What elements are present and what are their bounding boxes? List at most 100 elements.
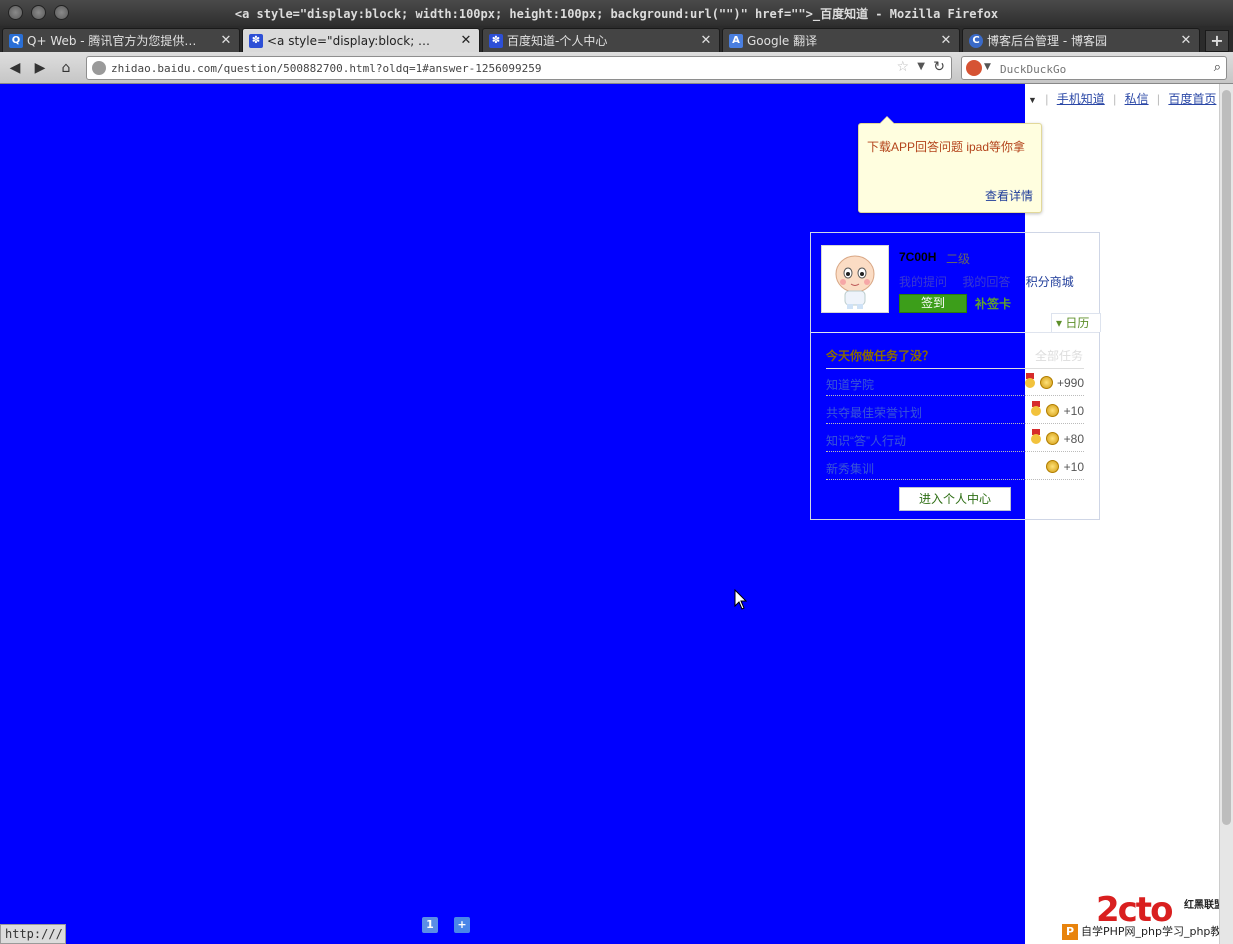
mobile-zhidao-link[interactable]: 手机知道 <box>1057 92 1105 106</box>
back-icon[interactable]: ◀ <box>5 59 25 77</box>
tab-label: <a style="display:block; … <box>267 33 431 48</box>
avatar-image <box>835 255 875 309</box>
watermark-bar-text: 自学PHP网_php学习_php教程 <box>1081 925 1219 938</box>
task-row[interactable]: 知识“答”人行动 +80 <box>826 429 1084 451</box>
user-card: 7C00H 二级 我的提问 我的回答 积分商城 签到 补签卡 ▾ 日历 今天你做… <box>810 232 1101 520</box>
medal-icon <box>1025 373 1035 388</box>
watermark-caption: 红黑联盟 <box>1184 900 1219 911</box>
task-divider <box>826 423 1084 424</box>
close-icon[interactable]: ✕ <box>459 33 473 48</box>
makeup-card-link[interactable]: 补签卡 <box>975 295 1011 312</box>
task-points: +10 <box>1063 404 1084 418</box>
card-divider <box>811 332 1099 333</box>
task-row[interactable]: 知道学院 +990 <box>826 373 1084 395</box>
cnblogs-icon: C <box>969 33 983 48</box>
calendar-label: 日历 <box>1065 316 1090 330</box>
tab-label: Google 翻译 <box>747 34 818 48</box>
medal-icon <box>1031 401 1041 416</box>
coin-icon <box>1046 460 1059 473</box>
tooltip-message: 下载APP回答问题 ipad等你拿 <box>867 140 1026 154</box>
task-divider <box>826 368 1084 369</box>
task-name[interactable]: 共夺最佳荣誉计划 <box>826 404 922 421</box>
tab-current-question[interactable]: ✽ <a style="display:block; … ✕ <box>242 28 480 52</box>
task-points: +10 <box>1063 460 1084 474</box>
tab-qplus[interactable]: Q Q+ Web - 腾讯官方为您提供… ✕ <box>2 28 240 52</box>
my-answers-link[interactable]: 我的回答 <box>962 275 1010 289</box>
task-points: +990 <box>1056 376 1084 390</box>
coin-icon <box>1046 432 1059 445</box>
qplus-icon: Q <box>9 33 23 48</box>
task-divider <box>826 479 1084 480</box>
tab-google-translate[interactable]: A Google 翻译 ✕ <box>722 28 960 52</box>
reload-icon[interactable]: ↻ <box>933 59 945 75</box>
close-icon[interactable]: ✕ <box>1179 33 1193 48</box>
google-translate-icon: A <box>729 33 743 48</box>
tasks-heading: 今天你做任务了没？ <box>826 349 935 363</box>
close-icon[interactable]: ✕ <box>219 33 233 48</box>
close-icon[interactable]: ✕ <box>939 33 953 48</box>
task-name[interactable]: 知识“答”人行动 <box>826 432 906 449</box>
top-links: ▼ | 手机知道 | 私信 | 百度首页 <box>1028 92 1217 106</box>
close-icon[interactable]: ✕ <box>699 33 713 48</box>
baidu-paw-icon: ✽ <box>249 33 263 48</box>
task-divider <box>826 395 1084 396</box>
page-number-button[interactable]: 1 <box>422 917 438 933</box>
watermark-bar: P 自学PHP网_php学习_php教程 <box>1062 922 1219 942</box>
username[interactable]: 7C00H <box>899 250 936 264</box>
navigation-toolbar: ◀ ▶ ⌂ ☆ ▼ ↻ ▼ ⌕ <box>0 52 1233 84</box>
coin-icon <box>1040 376 1053 389</box>
task-row[interactable]: 新秀集训 +10 <box>826 457 1084 479</box>
user-links: 我的提问 我的回答 积分商城 <box>899 273 1086 290</box>
duckduckgo-icon[interactable] <box>966 60 982 76</box>
baidu-paw-icon: ✽ <box>489 33 503 48</box>
my-questions-link[interactable]: 我的提问 <box>899 275 947 289</box>
window-title: <a style="display:block; width:100px; he… <box>234 7 999 21</box>
tab-label: 博客后台管理 - 博客园 <box>987 34 1107 48</box>
search-box[interactable]: ▼ ⌕ <box>961 56 1227 80</box>
tab-label: 百度知道-个人中心 <box>507 34 608 48</box>
task-points: +80 <box>1063 432 1084 446</box>
medal-icon <box>1031 429 1041 444</box>
points-mall-link[interactable]: 积分商城 <box>1026 275 1074 289</box>
tooltip-details-link[interactable]: 查看详情 <box>985 187 1033 204</box>
page-viewport: ▼ | 手机知道 | 私信 | 百度首页 下载APP回答问题 ipad等你拿 查… <box>0 84 1219 944</box>
add-button[interactable]: + <box>454 917 470 933</box>
tab-label: Q+ Web - 腾讯官方为您提供… <box>27 34 197 48</box>
enter-personal-center-button[interactable]: 进入个人中心 <box>899 487 1011 511</box>
new-tab-button[interactable]: + <box>1205 30 1229 52</box>
task-name[interactable]: 新秀集训 <box>826 460 874 477</box>
bookmark-star-icon[interactable]: ☆ <box>896 59 909 75</box>
chevron-down-icon[interactable]: ▼ <box>917 61 925 72</box>
app-promo-tooltip: 下载APP回答问题 ipad等你拿 查看详情 <box>858 116 1042 213</box>
vertical-scrollbar[interactable] <box>1219 84 1233 944</box>
sign-in-button[interactable]: 签到 <box>899 294 967 313</box>
globe-icon <box>92 61 106 75</box>
search-input[interactable] <box>1000 60 1200 78</box>
tab-baidu-personal[interactable]: ✽ 百度知道-个人中心 ✕ <box>482 28 720 52</box>
coin-icon <box>1046 404 1059 417</box>
window-titlebar: <a style="display:block; width:100px; he… <box>0 0 1233 26</box>
avatar[interactable] <box>821 245 889 313</box>
task-row[interactable]: 共夺最佳荣誉计划 +10 <box>826 401 1084 423</box>
messages-link[interactable]: 私信 <box>1125 92 1149 106</box>
all-tasks-link[interactable]: 全部任务 <box>1035 347 1083 364</box>
baidu-home-link[interactable]: 百度首页 <box>1168 92 1216 106</box>
tab-bar: Q Q+ Web - 腾讯官方为您提供… ✕ ✽ <a style="displ… <box>0 26 1233 52</box>
address-bar[interactable]: ☆ ▼ ↻ <box>86 56 952 80</box>
task-divider <box>826 451 1084 452</box>
task-name[interactable]: 知道学院 <box>826 376 874 393</box>
chevron-down-icon: ▾ <box>1056 316 1063 330</box>
home-icon[interactable]: ⌂ <box>56 59 76 77</box>
site-watermark: 2cto 红黑联盟 P自学PHP网_php学习_php教程 <box>1062 890 1219 944</box>
status-bar: http:/// <box>0 924 66 944</box>
calendar-toggle[interactable]: ▾ 日历 <box>1051 313 1101 332</box>
forward-icon[interactable]: ▶ <box>30 59 50 77</box>
url-input[interactable] <box>111 59 891 77</box>
user-level: 二级 <box>946 252 971 266</box>
scrollbar-thumb[interactable] <box>1222 90 1231 825</box>
chevron-down-icon[interactable]: ▼ <box>1028 95 1037 105</box>
php-icon: P <box>1062 924 1078 940</box>
search-icon[interactable]: ⌕ <box>1214 60 1221 75</box>
chevron-down-icon[interactable]: ▼ <box>984 62 991 72</box>
tab-cnblogs[interactable]: C 博客后台管理 - 博客园 ✕ <box>962 28 1200 52</box>
